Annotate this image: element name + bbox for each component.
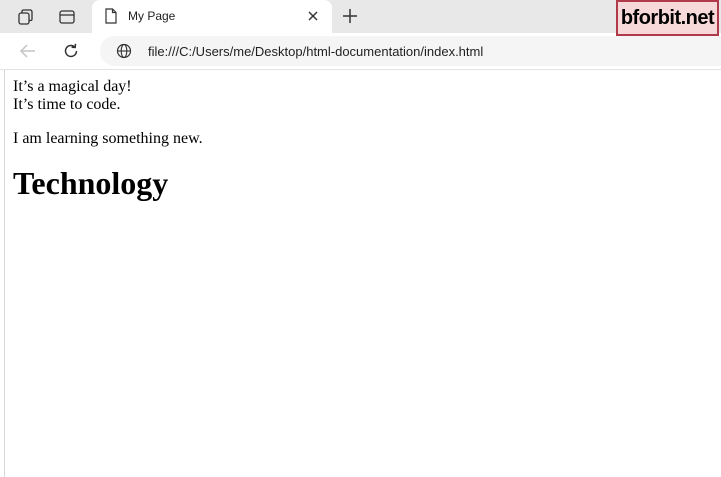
refresh-icon[interactable] bbox=[57, 38, 85, 64]
globe-icon[interactable] bbox=[116, 43, 132, 64]
back-arrow-icon[interactable] bbox=[14, 38, 42, 64]
browser-tab[interactable]: My Page bbox=[92, 0, 332, 33]
page-content: It’s a magical day! It’s time to code. I… bbox=[13, 78, 203, 202]
plus-icon[interactable] bbox=[338, 4, 362, 28]
page-icon bbox=[104, 8, 118, 29]
tab-strip: My Page bbox=[0, 0, 721, 33]
text-block: It’s a magical day! It’s time to code. bbox=[13, 78, 203, 114]
paragraph: I am learning something new. bbox=[13, 130, 203, 147]
text-line-1: It’s a magical day! bbox=[13, 78, 132, 95]
tab-title: My Page bbox=[128, 9, 176, 23]
workspaces-icon[interactable] bbox=[12, 4, 40, 30]
address-bar[interactable]: file:///C:/Users/me/Desktop/html-documen… bbox=[100, 36, 721, 66]
watermark-logo: bforbit.net bbox=[616, 0, 719, 36]
address-url[interactable]: file:///C:/Users/me/Desktop/html-documen… bbox=[148, 44, 483, 59]
page-heading: Technology bbox=[13, 165, 169, 201]
text-line-2: It’s time to code. bbox=[13, 96, 121, 113]
close-icon[interactable] bbox=[306, 9, 320, 28]
page-viewport: It’s a magical day! It’s time to code. I… bbox=[4, 70, 721, 477]
tab-actions-icon[interactable] bbox=[53, 4, 81, 30]
browser-toolbar: file:///C:/Users/me/Desktop/html-documen… bbox=[0, 33, 721, 70]
